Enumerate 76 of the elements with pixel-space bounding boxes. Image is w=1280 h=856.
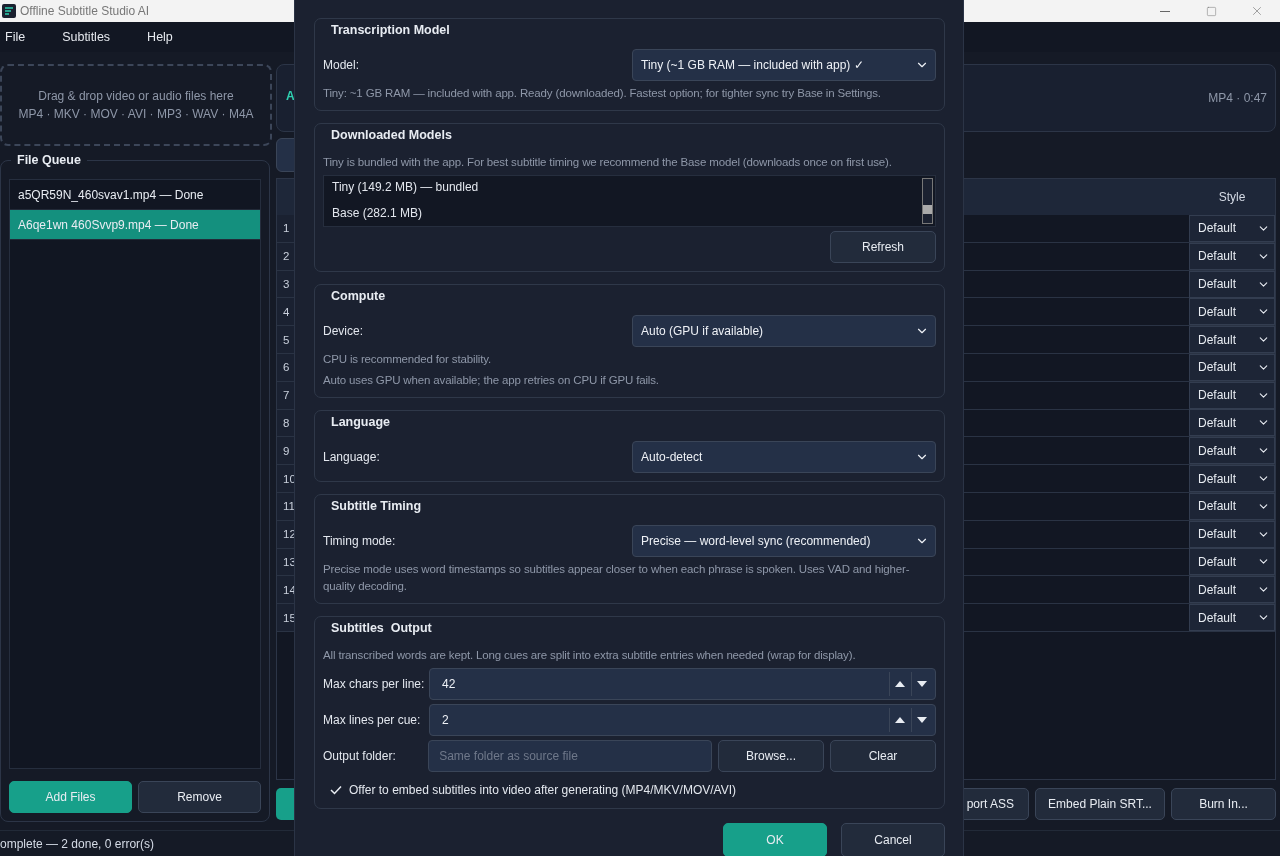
- scrollbar: [922, 178, 933, 224]
- action-button[interactable]: Burn In...: [1171, 788, 1276, 820]
- hint-text: All transcribed words are kept. Long cues are split into extra subtitle entries when needed (wrap for display).: [323, 648, 857, 663]
- list-item[interactable]: Base (282.1 MB): [332, 206, 912, 220]
- folder-button[interactable]: Clear: [830, 740, 936, 772]
- dropdown[interactable]: Tiny (~1 GB RAM — included with app) ✓: [632, 49, 936, 81]
- list-item[interactable]: Tiny (149.2 MB) — bundled: [332, 180, 912, 194]
- dropdown[interactable]: Auto-detect: [632, 441, 936, 473]
- style-dropdown[interactable]: Default: [1189, 326, 1275, 354]
- style-dropdown[interactable]: Default: [1189, 548, 1275, 576]
- row-number: 4: [277, 298, 297, 326]
- status-text: omplete — 2 done, 0 error(s): [0, 836, 155, 851]
- field-label: Device:: [323, 324, 364, 338]
- down-arrow-icon: [916, 681, 927, 687]
- minimize-icon: [1160, 10, 1170, 12]
- style-dropdown[interactable]: Default: [1189, 270, 1275, 298]
- hint-text: Tiny is bundled with the app. For best subtitle timing we recommend the Base model (downloads once on first use).: [323, 155, 893, 170]
- style-dropdown[interactable]: Default: [1189, 492, 1275, 520]
- group-title: Subtitles Output: [330, 621, 433, 635]
- style-dropdown[interactable]: Default: [1189, 409, 1275, 437]
- menu-item[interactable]: Subtitles: [57, 30, 111, 44]
- row-number: 5: [277, 326, 297, 353]
- group-title: Compute: [330, 289, 387, 303]
- row-number: 9: [277, 437, 297, 465]
- style-dropdown[interactable]: Default: [1189, 381, 1275, 409]
- down-arrow-icon: [916, 717, 927, 723]
- cancel-button[interactable]: Cancel: [841, 823, 945, 856]
- style-dropdown[interactable]: Default: [1189, 298, 1275, 326]
- style-dropdown[interactable]: Default: [1189, 242, 1275, 270]
- hint-text: CPU is recommended for stability.: [323, 352, 493, 367]
- panel-title: File Queue: [11, 153, 87, 167]
- group-title: Subtitle Timing: [330, 499, 423, 513]
- style-dropdown[interactable]: Default: [1189, 465, 1275, 493]
- checkbox[interactable]: [329, 783, 343, 797]
- field-label: Language:: [323, 450, 381, 464]
- field-label: Timing mode:: [323, 534, 397, 548]
- group-title: Transcription Model: [330, 23, 451, 37]
- style-dropdown[interactable]: Default: [1189, 576, 1275, 604]
- maximize-icon: [1205, 5, 1217, 17]
- close-icon: [1250, 4, 1264, 18]
- spin-box[interactable]: 2: [429, 704, 936, 736]
- window-title: Offline Subtitle Studio AI: [20, 4, 150, 18]
- style-dropdown[interactable]: Default: [1189, 214, 1275, 242]
- style-dropdown[interactable]: Default: [1189, 604, 1275, 632]
- model-list[interactable]: Tiny (149.2 MB) — bundled Base (282.1 MB): [323, 175, 936, 227]
- folder-button[interactable]: Browse...: [718, 740, 824, 772]
- row-number: 1: [277, 215, 297, 242]
- hint-text: Tiny: ~1 GB RAM — included with app. Ready (downloaded). Fastest option; for tighter sync try Base in Settings.: [323, 86, 882, 101]
- media-title: A: [286, 89, 295, 103]
- field-label: Model:: [323, 58, 361, 72]
- hint-text: Auto uses GPU when available; the app retries on CPU if GPU fails.: [323, 373, 660, 388]
- up-arrow-icon: [894, 717, 905, 723]
- refresh-button[interactable]: Refresh: [830, 231, 936, 263]
- dropdown[interactable]: Precise — word-level sync (recommended): [632, 525, 936, 557]
- field-label: Max chars per line:: [323, 677, 426, 691]
- up-arrow-icon: [894, 681, 905, 687]
- group-title: Downloaded Models: [330, 128, 453, 142]
- checkbox-label: Offer to embed subtitles into video after generating (MP4/MKV/MOV/AVI): [349, 783, 737, 797]
- folder-field[interactable]: Same folder as source file: [428, 740, 712, 772]
- style-dropdown[interactable]: Default: [1189, 520, 1275, 548]
- dropdown[interactable]: Auto (GPU if available): [632, 315, 936, 347]
- remove-button[interactable]: Remove: [138, 781, 261, 813]
- menu-item[interactable]: File: [0, 30, 26, 44]
- field-label: Max lines per cue:: [323, 713, 422, 727]
- hint-text: Precise mode uses word timestamps so subtitles appear closer to when each phrase is spoken. Uses VAD and higher-quality decoding.: [323, 562, 911, 594]
- action-button[interactable]: Embed Plain SRT...: [1035, 788, 1165, 820]
- style-dropdown[interactable]: Default: [1189, 437, 1275, 465]
- media-info: MP4 · 0:47: [1208, 91, 1267, 105]
- column-header: Style: [1217, 190, 1247, 204]
- menu-item[interactable]: Help: [142, 30, 173, 44]
- drop-zone[interactable]: Drag & drop video or audio files here MP4 · MKV · MOV · AVI · MP3 · WAV · M4A: [0, 64, 272, 146]
- group-title: Language: [330, 415, 392, 429]
- style-dropdown[interactable]: Default: [1189, 353, 1275, 381]
- spin-box[interactable]: 42: [429, 668, 936, 700]
- field-label: Output folder:: [323, 749, 397, 763]
- app-icon: [2, 4, 16, 18]
